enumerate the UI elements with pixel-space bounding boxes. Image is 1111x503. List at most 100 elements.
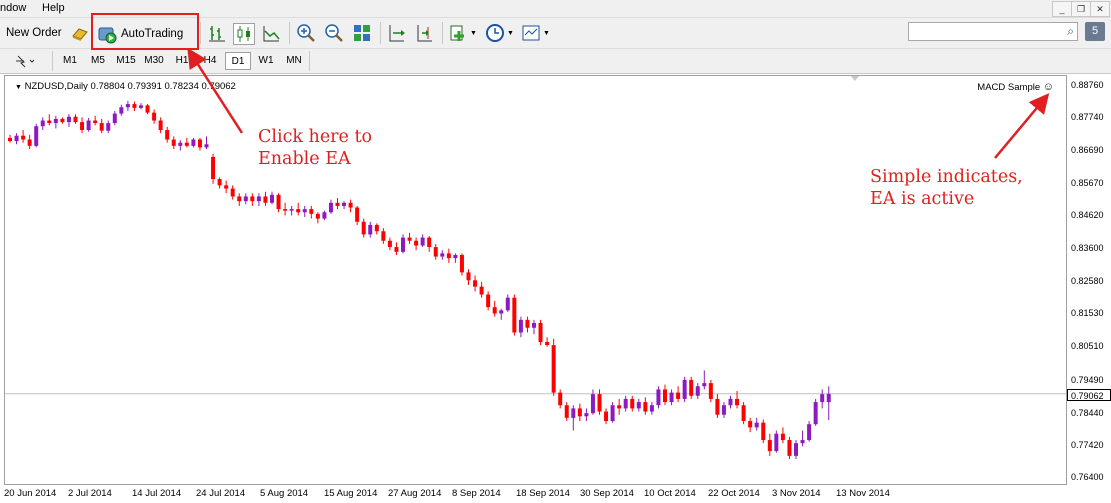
candle-body bbox=[355, 207, 360, 222]
tf-w1[interactable]: W1 bbox=[253, 52, 279, 70]
indicators-icon[interactable] bbox=[449, 23, 469, 43]
zoom-in-icon[interactable] bbox=[296, 23, 316, 43]
candle bbox=[374, 223, 379, 235]
candle-body bbox=[440, 253, 445, 257]
candle bbox=[610, 402, 615, 423]
search-icon[interactable]: ⌕ bbox=[1067, 24, 1074, 39]
candle-body bbox=[66, 116, 71, 123]
menu-help[interactable]: Help bbox=[42, 2, 65, 14]
candle-body bbox=[119, 107, 124, 114]
candle-body bbox=[499, 310, 504, 314]
candle-body bbox=[348, 202, 353, 208]
candle bbox=[106, 120, 111, 134]
bar-chart-icon[interactable] bbox=[207, 23, 227, 43]
candle bbox=[407, 232, 412, 244]
dropdown-arrow-icon[interactable]: ▼ bbox=[543, 30, 550, 37]
candle-body bbox=[505, 297, 510, 311]
symbol-info: ▼ NZDUSD,Daily 0.78804 0.79391 0.78234 0… bbox=[15, 81, 236, 92]
candle bbox=[14, 133, 19, 145]
candle bbox=[184, 137, 189, 148]
candle bbox=[505, 294, 510, 312]
tf-h4[interactable]: H4 bbox=[197, 52, 223, 70]
candle-body bbox=[224, 185, 229, 189]
tf-mn[interactable]: MN bbox=[281, 52, 307, 70]
price-label: 0.88760 bbox=[1071, 80, 1104, 90]
candle-body bbox=[296, 209, 301, 213]
candle-body bbox=[204, 144, 209, 148]
annotation-line: Simple indicates, bbox=[870, 167, 1023, 187]
candle-body bbox=[741, 405, 746, 422]
candle bbox=[80, 117, 85, 134]
minimize-icon[interactable]: _ bbox=[1052, 1, 1072, 17]
autoscroll-icon[interactable] bbox=[414, 23, 434, 43]
candle bbox=[355, 205, 360, 225]
chart-shift-marker[interactable] bbox=[851, 76, 859, 81]
tf-d1[interactable]: D1 bbox=[225, 52, 251, 70]
candle bbox=[420, 234, 425, 248]
candlestick-chart-icon[interactable] bbox=[233, 23, 255, 45]
line-chart-icon[interactable] bbox=[261, 23, 281, 43]
candle bbox=[243, 193, 248, 205]
gold-bars-icon[interactable] bbox=[70, 23, 90, 43]
candle-body bbox=[584, 413, 589, 417]
symbol-menu-icon[interactable]: ▼ bbox=[15, 84, 22, 91]
periods-clock-icon[interactable] bbox=[485, 23, 505, 43]
tf-m30[interactable]: M30 bbox=[141, 52, 167, 70]
tf-m15[interactable]: M15 bbox=[113, 52, 139, 70]
candle-body bbox=[125, 104, 130, 108]
date-label: 27 Aug 2014 bbox=[388, 488, 442, 499]
candle-body bbox=[649, 405, 654, 412]
candle bbox=[518, 316, 523, 338]
candle-body bbox=[597, 394, 602, 412]
candle bbox=[178, 140, 183, 151]
candle-body bbox=[695, 386, 700, 396]
tile-windows-icon[interactable] bbox=[352, 23, 372, 43]
price-label: 0.82580 bbox=[1071, 276, 1104, 286]
candle bbox=[53, 115, 58, 129]
candle-body bbox=[132, 104, 137, 108]
notification-badge[interactable]: 5 bbox=[1085, 22, 1105, 41]
price-label: 0.79490 bbox=[1071, 375, 1104, 385]
candle bbox=[296, 202, 301, 216]
chart-window[interactable]: ▼ NZDUSD,Daily 0.78804 0.79391 0.78234 0… bbox=[4, 75, 1067, 485]
toolbar-separator bbox=[52, 51, 53, 71]
candle bbox=[826, 386, 831, 421]
candle-body bbox=[8, 137, 12, 142]
candle bbox=[571, 405, 576, 431]
candle bbox=[270, 191, 274, 205]
crosshair-tools-icon[interactable] bbox=[14, 54, 35, 68]
chart-shift-icon[interactable] bbox=[386, 23, 406, 43]
candle bbox=[577, 403, 582, 422]
candle bbox=[630, 395, 635, 412]
tf-h1[interactable]: H1 bbox=[169, 52, 195, 70]
date-label: 8 Sep 2014 bbox=[452, 488, 501, 499]
candle bbox=[780, 427, 785, 444]
candle-body bbox=[381, 231, 386, 241]
candle bbox=[93, 115, 98, 126]
close-icon[interactable]: ✕ bbox=[1090, 1, 1110, 17]
new-order-button[interactable]: New Order bbox=[0, 21, 62, 45]
dropdown-arrow-icon[interactable]: ▼ bbox=[507, 30, 514, 37]
autotrading-highlight-box bbox=[91, 13, 199, 50]
tf-m1[interactable]: M1 bbox=[57, 52, 83, 70]
candle-body bbox=[394, 247, 399, 252]
candle bbox=[545, 337, 550, 347]
candle bbox=[86, 118, 91, 132]
candle-body bbox=[728, 398, 733, 406]
price-axis: 0.88760 0.87740 0.86690 0.85670 0.84620 … bbox=[1067, 75, 1111, 485]
toolbar-separator bbox=[380, 22, 381, 44]
restore-icon[interactable]: ❐ bbox=[1071, 1, 1091, 17]
candle-body bbox=[80, 122, 85, 131]
candle-body bbox=[217, 179, 222, 186]
candle-body bbox=[558, 392, 563, 406]
zoom-out-icon[interactable] bbox=[324, 23, 344, 43]
candlestick-chart[interactable] bbox=[5, 76, 1066, 484]
tf-m5[interactable]: M5 bbox=[85, 52, 111, 70]
ea-status-label[interactable]: MACD Sample ☺ bbox=[977, 81, 1054, 93]
templates-icon[interactable] bbox=[521, 23, 541, 43]
date-label: 2 Jul 2014 bbox=[68, 488, 112, 499]
menu-window[interactable]: ndow bbox=[0, 2, 26, 14]
price-label: 0.83600 bbox=[1071, 243, 1104, 253]
dropdown-arrow-icon[interactable]: ▼ bbox=[470, 30, 477, 37]
search-input[interactable]: ⌕ bbox=[908, 22, 1078, 41]
